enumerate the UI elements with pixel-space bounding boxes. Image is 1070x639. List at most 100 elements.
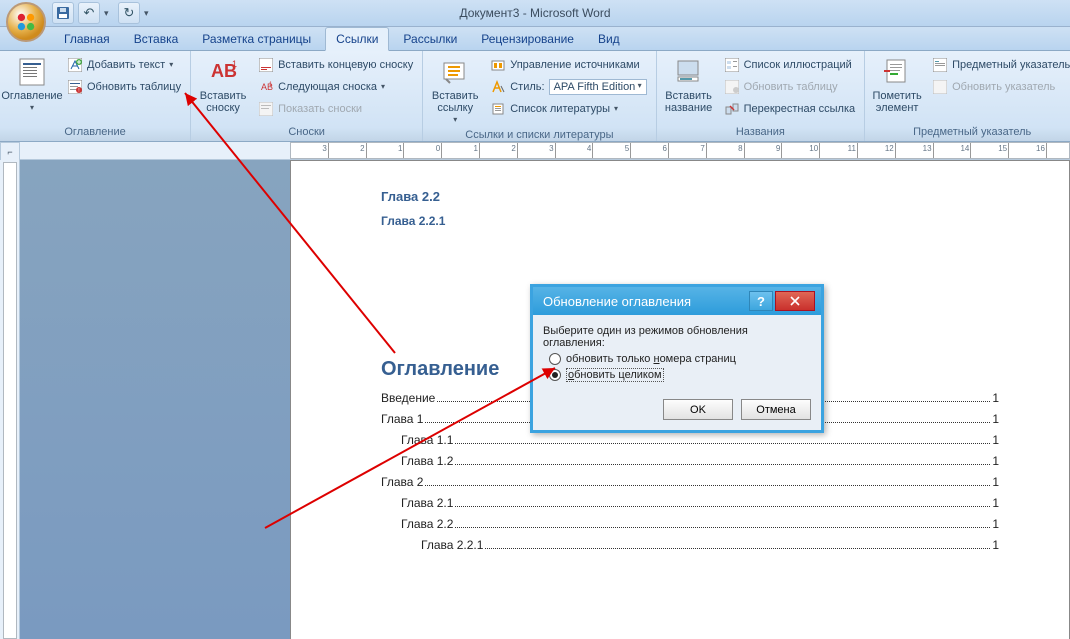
ribbon-tabs: Главная Вставка Разметка страницы Ссылки… (0, 27, 1070, 51)
toc-line[interactable]: Глава 2.2 1 (401, 517, 999, 531)
tab-mailings[interactable]: Рассылки (393, 28, 467, 50)
qat-redo[interactable]: ↻ (118, 2, 140, 24)
tab-references[interactable]: Ссылки (325, 27, 389, 51)
dialog-titlebar[interactable]: Обновление оглавления ? (533, 287, 821, 315)
radio-icon (549, 369, 561, 381)
update-index-icon (932, 79, 948, 95)
update-toc-dialog: Обновление оглавления ? Выберите один из… (530, 284, 824, 433)
heading-2-2-1[interactable]: Глава 2.2.1 (381, 214, 999, 228)
app-title: Документ3 - Microsoft Word (459, 6, 610, 20)
cross-ref-icon (724, 101, 740, 117)
caption-icon (673, 56, 705, 88)
radio-page-numbers[interactable]: обновить только номера страниц (549, 353, 811, 365)
toc-text: Глава 2 (381, 475, 423, 489)
dialog-title: Обновление оглавления (543, 294, 691, 309)
btn-insert-endnote[interactable]: Вставить концевую сноску (253, 54, 418, 75)
horizontal-ruler[interactable]: 3210123456789101112131415161718 (20, 142, 1070, 160)
ruler-corner[interactable]: ⌐ (0, 142, 20, 162)
btn-toc-label: Оглавление (1, 90, 62, 102)
btn-add-text[interactable]: Добавить текст ▾ (62, 54, 186, 75)
group-index-title: Предметный указатель (869, 124, 1070, 141)
group-citations: Вставить ссылку▾ Управление источниками … (423, 51, 656, 141)
style-combo[interactable]: APA Fifth Edition▾ (549, 79, 647, 95)
btn-mark-entry[interactable]: Пометить элемент (869, 54, 925, 124)
group-footnotes: AB1 Вставить сноску Вставить концевую сн… (191, 51, 423, 141)
radio-page-numbers-label: обновить только номера страниц (566, 353, 736, 365)
toc-text: Глава 2.1 (401, 496, 453, 510)
btn-cross-reference[interactable]: Перекрестная ссылка (719, 98, 861, 119)
group-toc-title: Оглавление (4, 124, 186, 141)
btn-insert-citation[interactable]: Вставить ссылку▾ (427, 54, 483, 127)
bibliography-icon (490, 101, 506, 117)
group-index: Пометить элемент Предметный указатель Об… (865, 51, 1070, 141)
btn-toc[interactable]: Оглавление▾ (4, 54, 60, 124)
tab-insert[interactable]: Вставка (124, 28, 189, 50)
dialog-close-button[interactable] (775, 291, 815, 311)
qat-save[interactable] (52, 2, 74, 24)
toc-page: 1 (992, 433, 999, 447)
endnote-icon (258, 57, 274, 73)
insert-index-icon (932, 57, 948, 73)
toc-text: Введение (381, 391, 435, 405)
toc-page: 1 (992, 454, 999, 468)
toc-line[interactable]: Глава 21 (381, 475, 999, 489)
cancel-button[interactable]: Отмена (741, 399, 811, 420)
tab-view[interactable]: Вид (588, 28, 630, 50)
toc-dots (485, 548, 990, 549)
toc-page: 1 (992, 517, 999, 531)
btn-insert-index[interactable]: Предметный указатель (927, 54, 1070, 75)
ok-button[interactable]: OK (663, 399, 733, 420)
toc-dots (425, 485, 990, 486)
btn-insert-footnote[interactable]: AB1 Вставить сноску (195, 54, 251, 124)
btn-mark-entry-label: Пометить элемент (871, 90, 923, 114)
office-button[interactable] (6, 2, 46, 42)
radio-entire[interactable]: обновить целиком (549, 368, 811, 382)
qat-customize[interactable]: ▾ (144, 8, 154, 19)
toc-page: 1 (992, 391, 999, 405)
toc-line[interactable]: Глава 2.11 (401, 496, 999, 510)
title-bar: ↶ ▾ ↻ ▾ Документ3 - Microsoft Word (0, 0, 1070, 27)
quick-access-toolbar: ↶ ▾ ↻ ▾ (52, 2, 154, 24)
btn-insert-caption[interactable]: Вставить название (661, 54, 717, 124)
next-footnote-icon: AB1 (258, 79, 274, 95)
radio-icon (549, 353, 561, 365)
toc-dots (455, 443, 990, 444)
toc-line[interactable]: Глава 1.1 1 (401, 433, 999, 447)
toc-text: Глава 1.1 (401, 433, 453, 447)
heading-2-2[interactable]: Глава 2.2 (381, 189, 999, 204)
group-captions: Вставить название Список иллюстраций Обн… (657, 51, 866, 141)
toc-text: Глава 1.2 (401, 454, 453, 468)
style-row: Стиль: APA Fifth Edition▾ (485, 76, 651, 97)
mark-entry-icon (881, 56, 913, 88)
qat-undo[interactable]: ↶ (78, 2, 100, 24)
btn-figures-list[interactable]: Список иллюстраций (719, 54, 861, 75)
svg-text:!: ! (78, 88, 79, 94)
toc-dots (455, 506, 990, 507)
group-captions-title: Названия (661, 124, 861, 141)
add-text-icon (67, 57, 83, 73)
btn-insert-caption-label: Вставить название (663, 90, 715, 114)
dialog-help-button[interactable]: ? (749, 291, 773, 311)
btn-bibliography[interactable]: Список литературы ▾ (485, 98, 651, 119)
toc-icon (16, 56, 48, 88)
toc-line[interactable]: Глава 2.2.1 1 (421, 538, 999, 552)
toc-line[interactable]: Глава 1.2 1 (401, 454, 999, 468)
update-captions-icon (724, 79, 740, 95)
show-notes-icon (258, 101, 274, 117)
svg-text:1: 1 (232, 59, 237, 69)
citation-icon (439, 56, 471, 88)
toc-text: Глава 2.2.1 (421, 538, 483, 552)
toc-page: 1 (992, 538, 999, 552)
undo-dropdown[interactable]: ▾ (104, 8, 114, 19)
btn-manage-sources[interactable]: Управление источниками (485, 54, 651, 75)
vertical-ruler[interactable] (0, 160, 20, 639)
btn-next-footnote[interactable]: AB1Следующая сноска ▾ (253, 76, 418, 97)
toc-page: 1 (992, 412, 999, 426)
tab-home[interactable]: Главная (54, 28, 120, 50)
btn-update-toc[interactable]: !Обновить таблицу (62, 76, 186, 97)
tab-page-layout[interactable]: Разметка страницы (192, 28, 321, 50)
group-toc: Оглавление▾ Добавить текст ▾ !Обновить т… (0, 51, 191, 141)
ribbon: Оглавление▾ Добавить текст ▾ !Обновить т… (0, 51, 1070, 142)
tab-review[interactable]: Рецензирование (471, 28, 584, 50)
toc-text: Глава 2.2 (401, 517, 453, 531)
